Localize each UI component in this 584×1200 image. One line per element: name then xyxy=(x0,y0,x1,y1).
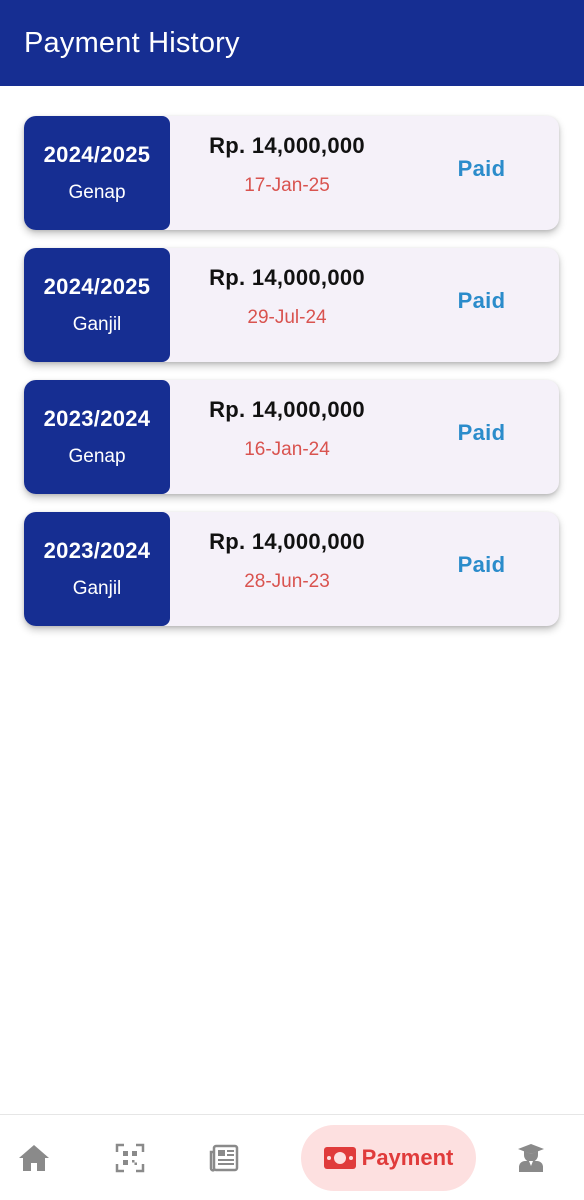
academic-year: 2024/2025 xyxy=(43,142,151,167)
payment-amount: Rp. 14,000,000 xyxy=(209,133,365,158)
bottom-navigation: Payment xyxy=(0,1114,584,1200)
nav-home-button[interactable] xyxy=(14,1115,54,1200)
page-title: Payment History xyxy=(24,26,240,59)
graduate-icon xyxy=(518,1144,544,1172)
period-block: 2024/2025 Ganjil xyxy=(24,248,170,362)
semester-term: Ganjil xyxy=(72,314,122,335)
payment-date: 29-Jul-24 xyxy=(247,307,327,328)
period-block: 2023/2024 Ganjil xyxy=(24,512,170,626)
semester-term: Genap xyxy=(68,446,126,467)
payment-status: Paid xyxy=(457,552,506,577)
payment-status: Paid xyxy=(457,288,506,313)
period-block: 2024/2025 Genap xyxy=(24,116,170,230)
nav-scan-button[interactable] xyxy=(110,1115,150,1200)
academic-year: 2023/2024 xyxy=(43,406,151,431)
newspaper-icon xyxy=(209,1144,239,1172)
nav-news-button[interactable] xyxy=(204,1115,244,1200)
payment-info: Rp. 14,000,000 29-Jul-24 xyxy=(170,248,404,362)
qr-scan-icon xyxy=(115,1143,145,1173)
academic-year: 2024/2025 xyxy=(43,274,151,299)
nav-payment-label: Payment xyxy=(361,1145,454,1170)
payment-card[interactable]: 2024/2025 Ganjil Rp. 14,000,000 29-Jul-2… xyxy=(24,248,559,362)
payment-status: Paid xyxy=(457,156,506,181)
payment-status: Paid xyxy=(457,420,506,445)
money-bill-icon xyxy=(323,1147,356,1169)
payment-info: Rp. 14,000,000 17-Jan-25 xyxy=(170,116,404,230)
academic-year: 2023/2024 xyxy=(43,538,151,563)
period-block: 2023/2024 Genap xyxy=(24,380,170,494)
payment-date: 17-Jan-25 xyxy=(244,175,330,196)
payment-card[interactable]: 2023/2024 Ganjil Rp. 14,000,000 28-Jun-2… xyxy=(24,512,559,626)
payment-date: 16-Jan-24 xyxy=(244,439,330,460)
app-bar: Payment History xyxy=(0,0,584,86)
nav-payment-button[interactable]: Payment xyxy=(301,1125,476,1191)
payment-card[interactable]: 2023/2024 Genap Rp. 14,000,000 16-Jan-24… xyxy=(24,380,559,494)
semester-term: Genap xyxy=(68,182,126,203)
payment-amount: Rp. 14,000,000 xyxy=(209,265,365,290)
payment-info: Rp. 14,000,000 28-Jun-23 xyxy=(170,512,404,626)
payment-card[interactable]: 2024/2025 Genap Rp. 14,000,000 17-Jan-25… xyxy=(24,116,559,230)
home-icon xyxy=(19,1145,49,1171)
semester-term: Ganjil xyxy=(72,578,122,599)
payment-list: 2024/2025 Genap Rp. 14,000,000 17-Jan-25… xyxy=(24,116,559,644)
payment-info: Rp. 14,000,000 16-Jan-24 xyxy=(170,380,404,494)
nav-profile-button[interactable] xyxy=(511,1115,551,1200)
payment-date: 28-Jun-23 xyxy=(244,571,330,592)
payment-amount: Rp. 14,000,000 xyxy=(209,529,365,554)
payment-amount: Rp. 14,000,000 xyxy=(209,397,365,422)
